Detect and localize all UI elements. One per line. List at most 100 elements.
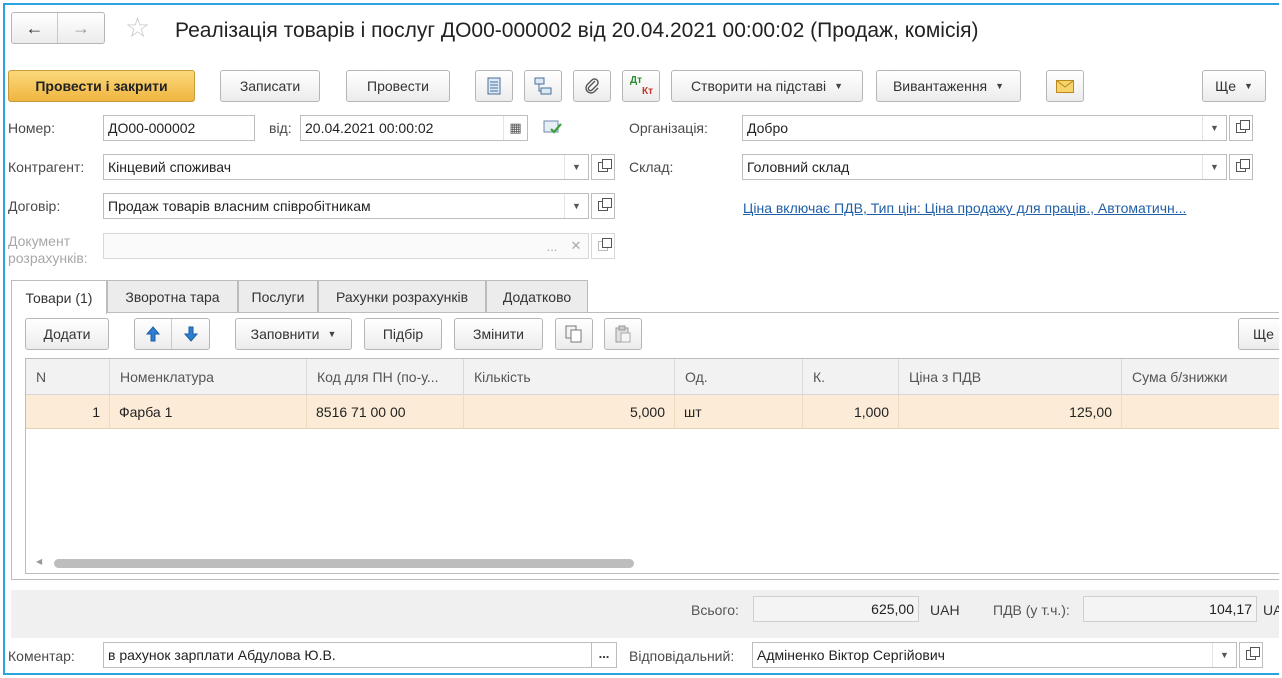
contract-field[interactable]: Продаж товарів власним співробітникам ▼ xyxy=(103,193,589,219)
column-header-price-with-vat[interactable]: Ціна з ПДВ xyxy=(899,359,1122,395)
tab-settlement-accounts[interactable]: Рахунки розрахунків xyxy=(318,280,486,313)
warehouse-value: Головний склад xyxy=(747,159,850,175)
comment-field[interactable]: в рахунок зарплати Абдулова Ю.В. xyxy=(103,642,593,668)
table-row[interactable]: 1 Фарба 1 8516 71 00 00 5,000 шт 1,000 1… xyxy=(26,395,1279,429)
attach-files-button[interactable] xyxy=(573,70,611,102)
tab-returnable-packaging[interactable]: Зворотна тара xyxy=(107,280,238,313)
export-button[interactable]: Вивантаження ▼ xyxy=(876,70,1021,102)
dt-kt-button[interactable]: Дт Кт xyxy=(622,70,660,102)
column-header-coefficient[interactable]: К. xyxy=(803,359,899,395)
column-header-nomenclature[interactable]: Номенклатура xyxy=(110,359,307,395)
selection-button[interactable]: Підбір xyxy=(364,318,442,350)
fill-label: Заповнити xyxy=(250,326,320,342)
comment-edit-button[interactable]: ... xyxy=(591,642,617,668)
quantity-cell[interactable]: 5,000 xyxy=(464,395,675,429)
ellipsis-button: ... xyxy=(546,238,558,254)
organization-open-button[interactable] xyxy=(1229,115,1253,141)
chevron-down-icon[interactable]: ▼ xyxy=(564,155,588,179)
unit-cell[interactable]: шт xyxy=(675,395,803,429)
post-button[interactable]: Провести xyxy=(346,70,450,102)
create-based-on-button[interactable]: Створити на підставі ▼ xyxy=(671,70,863,102)
contract-open-button[interactable] xyxy=(591,193,615,219)
horizontal-scrollbar[interactable] xyxy=(54,559,634,568)
nav-buttons-group: ← → xyxy=(11,12,105,44)
warehouse-field[interactable]: Головний склад ▼ xyxy=(742,154,1227,180)
posted-status-icon xyxy=(543,118,563,139)
structure-button[interactable] xyxy=(524,70,562,102)
move-down-icon[interactable] xyxy=(172,319,209,349)
chevron-down-icon: ▼ xyxy=(1244,81,1253,91)
tab-goods[interactable]: Товари (1) xyxy=(11,280,107,314)
paste-icon xyxy=(615,325,631,343)
save-button[interactable]: Записати xyxy=(220,70,320,102)
document-list-button[interactable] xyxy=(475,70,513,102)
forward-arrow-icon[interactable]: → xyxy=(58,13,104,43)
column-header-n[interactable]: N xyxy=(26,359,110,395)
more-label: Ще xyxy=(1215,78,1236,94)
price-settings-link[interactable]: Ціна включає ПДВ, Тип цін: Ціна продажу … xyxy=(743,200,1186,216)
chevron-down-icon[interactable]: ▼ xyxy=(564,194,588,218)
comment-label: Коментар: xyxy=(8,648,75,664)
warehouse-label: Склад: xyxy=(629,159,674,175)
total-currency: UAH xyxy=(930,602,960,618)
contract-label: Договір: xyxy=(8,198,61,214)
counterparty-label: Контрагент: xyxy=(8,159,85,175)
column-header-code[interactable]: Код для ПН (по-у... xyxy=(307,359,464,395)
page-title: Реалізація товарів і послуг ДО00-000002 … xyxy=(175,19,979,42)
date-label: від: xyxy=(269,120,292,136)
responsible-open-button[interactable] xyxy=(1239,642,1263,668)
table-more-button[interactable]: Ще xyxy=(1238,318,1279,350)
coefficient-cell[interactable]: 1,000 xyxy=(803,395,899,429)
code-cell[interactable]: 8516 71 00 00 xyxy=(307,395,464,429)
warehouse-open-button[interactable] xyxy=(1229,154,1253,180)
nomenclature-cell[interactable]: Фарба 1 xyxy=(110,395,307,429)
organization-field[interactable]: Добро ▼ xyxy=(742,115,1227,141)
organization-value: Добро xyxy=(747,120,789,136)
chevron-down-icon: ▼ xyxy=(834,81,844,91)
scroll-left-icon[interactable]: ◀ xyxy=(36,557,42,566)
favorite-star-icon[interactable]: ☆ xyxy=(125,13,150,43)
chevron-down-icon[interactable]: ▼ xyxy=(1202,116,1226,140)
price-cell[interactable]: 125,00 xyxy=(899,395,1122,429)
chevron-down-icon[interactable]: ▼ xyxy=(1212,643,1236,667)
sum-cell[interactable] xyxy=(1122,395,1279,429)
responsible-field[interactable]: Адміненко Віктор Сергійович ▼ xyxy=(752,642,1237,668)
paste-rows-button[interactable] xyxy=(604,318,642,350)
open-icon xyxy=(1246,647,1260,660)
column-header-unit[interactable]: Од. xyxy=(675,359,803,395)
tab-services[interactable]: Послуги xyxy=(238,280,318,313)
chevron-down-icon[interactable]: ▼ xyxy=(1202,155,1226,179)
dt-kt-icon: Дт Кт xyxy=(630,75,653,97)
responsible-value: Адміненко Віктор Сергійович xyxy=(757,647,945,663)
move-up-icon[interactable] xyxy=(135,319,173,349)
back-arrow-icon[interactable]: ← xyxy=(12,13,58,43)
date-field[interactable]: 20.04.2021 00:00:02 ▦ xyxy=(300,115,528,141)
fill-button[interactable]: Заповнити ▼ xyxy=(235,318,352,350)
post-and-close-button[interactable]: Провести і закрити xyxy=(8,70,195,102)
document-form: ← → ☆ Реалізація товарів і послуг ДО00-0… xyxy=(3,3,1279,675)
open-icon xyxy=(598,198,612,211)
change-button[interactable]: Змінити xyxy=(454,318,543,350)
number-field[interactable]: ДО00-000002 xyxy=(103,115,255,141)
organization-label: Організація: xyxy=(629,120,708,136)
contract-value: Продаж товарів власним співробітникам xyxy=(108,198,371,214)
comment-value: в рахунок зарплати Абдулова Ю.В. xyxy=(108,647,336,663)
number-value: ДО00-000002 xyxy=(108,120,196,136)
tab-additional[interactable]: Додатково xyxy=(486,280,588,313)
row-number-cell[interactable]: 1 xyxy=(26,395,110,429)
total-field: 625,00 xyxy=(753,596,919,622)
settlement-document-label: Документ розрахунків: xyxy=(8,233,88,266)
list-icon xyxy=(487,77,501,95)
column-header-quantity[interactable]: Кількість xyxy=(464,359,675,395)
counterparty-open-button[interactable] xyxy=(591,154,615,180)
add-row-button[interactable]: Додати xyxy=(25,318,109,350)
copy-rows-button[interactable] xyxy=(555,318,593,350)
counterparty-field[interactable]: Кінцевий споживач ▼ xyxy=(103,154,589,180)
column-header-sum-before-discount[interactable]: Сума б/знижки xyxy=(1122,359,1279,395)
total-value: 625,00 xyxy=(871,601,914,617)
chevron-down-icon: ▼ xyxy=(327,329,337,339)
send-email-button[interactable] xyxy=(1046,70,1084,102)
export-label: Вивантаження xyxy=(892,78,988,94)
calendar-icon[interactable]: ▦ xyxy=(503,116,527,140)
more-button[interactable]: Ще ▼ xyxy=(1202,70,1266,102)
